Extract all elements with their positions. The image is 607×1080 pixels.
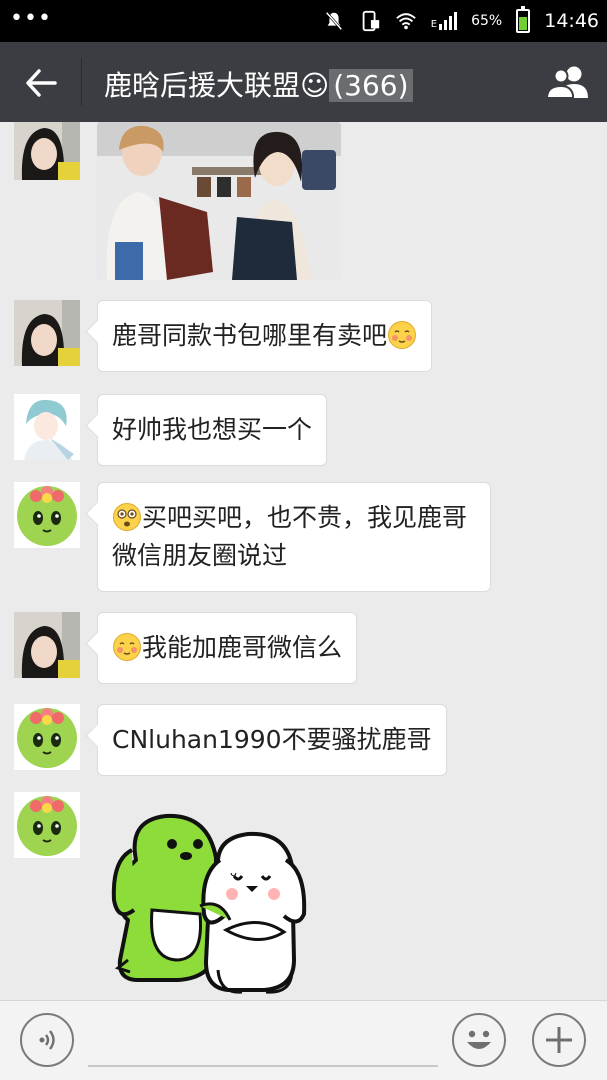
more-button[interactable] bbox=[532, 1013, 586, 1067]
message-row: 我能加鹿哥微信么 bbox=[0, 612, 607, 684]
message-text: CNluhan1990不要骚扰鹿哥 bbox=[112, 725, 432, 754]
signal-icon: E bbox=[431, 12, 458, 30]
people-icon bbox=[545, 66, 588, 99]
message-text: 我能加鹿哥微信么 bbox=[142, 633, 343, 662]
message-input[interactable] bbox=[88, 1065, 438, 1067]
battery-icon bbox=[516, 6, 531, 33]
avatar-green-flower bbox=[14, 704, 80, 770]
group-name: 鹿晗后援大联盟☺ bbox=[104, 69, 330, 102]
dizzy-emoji-icon bbox=[113, 503, 141, 531]
chat-title: 鹿晗后援大联盟☺ (366) bbox=[104, 64, 413, 104]
member-count: (366) bbox=[329, 69, 413, 102]
voice-button[interactable] bbox=[20, 1013, 74, 1067]
group-info-button[interactable] bbox=[545, 60, 591, 104]
green-dog-and-white-dog-sticker[interactable]: ᵕ bbox=[108, 810, 308, 995]
message-row: 买吧买吧，也不贵，我见鹿哥微信朋友圈说过 bbox=[0, 482, 607, 592]
message-bubble[interactable]: CNluhan1990不要骚扰鹿哥 bbox=[97, 704, 447, 776]
blush-emoji-icon bbox=[113, 633, 141, 661]
mute-icon bbox=[325, 11, 343, 31]
avatar-green-flower bbox=[14, 482, 80, 548]
emoji-button[interactable] bbox=[452, 1013, 506, 1067]
avatar[interactable] bbox=[14, 122, 80, 180]
blush-emoji-icon bbox=[388, 321, 417, 349]
phone-vibrate-icon bbox=[362, 10, 379, 32]
message-image bbox=[0, 122, 607, 282]
message-text: 买吧买吧，也不贵，我见鹿哥微信朋友圈说过 bbox=[112, 503, 468, 570]
message-bubble[interactable]: 我能加鹿哥微信么 bbox=[97, 612, 358, 684]
message-text: 好帅我也想买一个 bbox=[112, 415, 313, 444]
avatar[interactable] bbox=[14, 792, 80, 858]
voice-icon bbox=[39, 1030, 55, 1050]
message-row: 鹿哥同款书包哪里有卖吧 bbox=[0, 300, 607, 380]
smiley-icon bbox=[467, 1030, 491, 1049]
message-bubble[interactable]: 买吧买吧，也不贵，我见鹿哥微信朋友圈说过 bbox=[97, 482, 491, 592]
avatar-anime-boy bbox=[14, 394, 80, 460]
back-button[interactable] bbox=[20, 62, 62, 104]
photo-two-people-with-backpacks bbox=[97, 122, 341, 280]
avatar-green-flower bbox=[14, 792, 80, 858]
chat-message-list[interactable]: 鹿哥同款书包哪里有卖吧 好帅我也想买一个 买吧买吧，也不贵，我见鹿哥微信朋友圈说… bbox=[0, 122, 607, 1000]
status-bar: ••• E 65% 14:46 bbox=[0, 0, 607, 42]
message-bubble[interactable]: 好帅我也想买一个 bbox=[97, 394, 328, 466]
plus-icon bbox=[546, 1027, 572, 1053]
avatar[interactable] bbox=[14, 482, 80, 548]
header-divider bbox=[81, 58, 82, 106]
shared-photo[interactable] bbox=[97, 122, 341, 280]
chat-header: 鹿晗后援大联盟☺ (366) bbox=[0, 42, 607, 122]
message-row: 好帅我也想买一个 bbox=[0, 394, 607, 466]
avatar[interactable] bbox=[14, 300, 80, 366]
battery-percent: 65% bbox=[471, 13, 503, 29]
avatar[interactable] bbox=[14, 704, 80, 770]
arrow-left-icon bbox=[26, 69, 57, 97]
wifi-icon bbox=[396, 13, 416, 30]
avatar-girl-photo bbox=[14, 122, 80, 180]
message-row: CNluhan1990不要骚扰鹿哥 bbox=[0, 704, 607, 776]
message-bubble[interactable]: 鹿哥同款书包哪里有卖吧 bbox=[97, 300, 433, 372]
avatar[interactable] bbox=[14, 394, 80, 460]
avatar-girl-photo bbox=[14, 300, 80, 366]
avatar[interactable] bbox=[14, 612, 80, 678]
clock: 14:46 bbox=[544, 10, 599, 32]
input-bar bbox=[0, 1000, 607, 1080]
notification-dots: ••• bbox=[10, 6, 52, 31]
avatar-girl-photo bbox=[14, 612, 80, 678]
message-text: 鹿哥同款书包哪里有卖吧 bbox=[112, 321, 388, 350]
